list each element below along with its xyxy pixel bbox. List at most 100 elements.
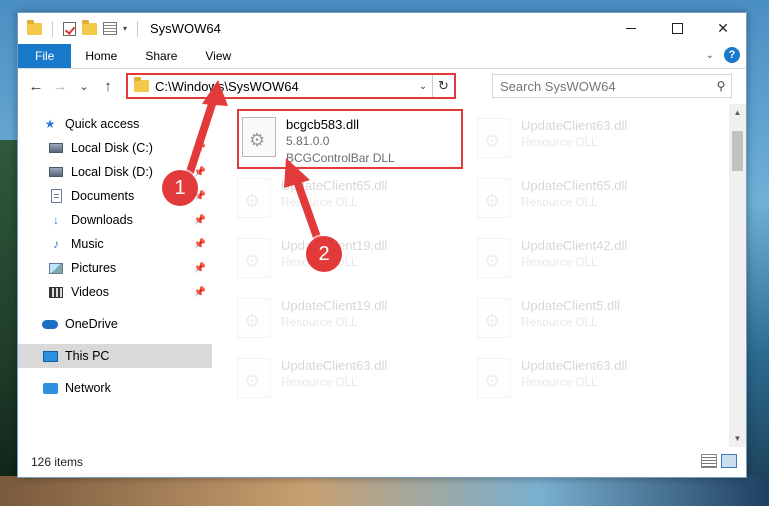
address-dropdown-icon[interactable]: ⌄ <box>414 81 432 92</box>
star-icon: ★ <box>44 117 56 131</box>
sidebar-item-label: OneDrive <box>65 317 118 331</box>
pin-icon[interactable]: 📌 <box>194 215 206 226</box>
sidebar-item-label: Pictures <box>71 261 117 275</box>
refresh-button[interactable]: ↻ <box>432 75 454 97</box>
address-path[interactable]: C:\Windows\SysWOW64 <box>155 79 414 94</box>
file-type: Resource DLL <box>281 315 358 329</box>
up-button[interactable]: ↑ <box>96 78 120 95</box>
computer-icon <box>42 349 58 363</box>
recent-locations-button[interactable]: ⌄ <box>72 80 96 93</box>
large-icons-view-icon[interactable] <box>721 454 737 468</box>
sidebar-item-label: Downloads <box>71 213 133 227</box>
tab-share[interactable]: Share <box>131 44 191 68</box>
properties-check-icon[interactable] <box>63 21 76 36</box>
desktop-background-bottom <box>0 476 769 506</box>
toolbar-divider <box>137 20 139 37</box>
tab-view[interactable]: View <box>191 44 245 68</box>
file-item[interactable]: UpdateClient19.dllResource DLL <box>237 232 457 290</box>
close-button[interactable]: ✕ <box>700 13 746 44</box>
file-name: UpdateClient63.dll <box>281 358 388 373</box>
sidebar-item-local-disk-c[interactable]: Local Disk (C:) 📌 <box>18 136 212 160</box>
search-icon[interactable]: ⚲ <box>711 79 731 93</box>
file-item-bcgcb583[interactable]: bcgcb583.dll 5.81.0.0 BCGControlBar DLL <box>237 109 463 169</box>
videos-icon <box>48 285 64 299</box>
dll-file-icon <box>237 238 271 278</box>
file-item[interactable]: UpdateClient63.dll Resource DLL <box>237 352 457 410</box>
dll-file-icon <box>477 118 511 158</box>
back-button[interactable]: ← <box>24 78 48 95</box>
pin-icon[interactable]: 📌 <box>194 167 206 178</box>
tab-home[interactable]: Home <box>71 44 131 68</box>
file-version: 5.81.0.0 <box>286 134 330 148</box>
file-type: Resource DLL <box>521 315 598 329</box>
sidebar-item-downloads[interactable]: ↓ Downloads 📌 <box>18 208 212 232</box>
sidebar-item-label: Local Disk (C:) <box>71 141 153 155</box>
item-count: 126 items <box>31 455 84 469</box>
scroll-down-icon[interactable]: ▼ <box>729 430 746 447</box>
maximize-button[interactable] <box>654 13 700 44</box>
sidebar-item-music[interactable]: ♪ Music 📌 <box>18 232 212 256</box>
minimize-button[interactable] <box>608 13 654 44</box>
file-item[interactable]: UpdateClient65.dll Resource DLL <box>237 172 457 230</box>
dll-file-icon <box>237 178 271 218</box>
file-name: UpdateClient65.dll <box>281 178 388 193</box>
forward-button[interactable]: → <box>48 78 72 95</box>
customize-toolbar-caret-icon[interactable]: ▾ <box>123 24 127 33</box>
file-name: UpdateClient42.dll <box>521 238 628 253</box>
file-item[interactable]: UpdateClient65.dll Resource DLL <box>477 172 697 230</box>
pin-icon[interactable]: 📌 <box>194 239 206 250</box>
toolbar-divider <box>52 20 53 37</box>
pin-icon[interactable]: 📌 <box>194 263 206 274</box>
documents-icon <box>48 189 64 203</box>
drive-icon <box>48 165 64 179</box>
file-item[interactable]: UpdateClient5.dll Resource DLL <box>477 292 697 350</box>
navigation-bar: ← → ⌄ ↑ C:\Windows\SysWOW64 ⌄ ↻ ⚲ <box>18 69 746 103</box>
file-item[interactable]: UpdateClient63.dll Resource DLL <box>477 112 697 170</box>
search-input[interactable] <box>500 78 711 94</box>
sidebar-item-label: Documents <box>71 189 135 203</box>
dll-file-icon <box>477 358 511 398</box>
file-type: Resource DLL <box>281 195 358 209</box>
status-bar: 126 items <box>18 447 746 477</box>
sidebar-item-onedrive[interactable]: OneDrive <box>18 312 212 336</box>
file-item[interactable]: UpdateClient42.dll Resource DLL <box>477 232 697 290</box>
expand-ribbon-icon[interactable]: ⌄ <box>706 50 714 61</box>
dll-file-icon <box>237 298 271 338</box>
pin-icon[interactable]: 📌 <box>194 287 206 298</box>
help-icon[interactable]: ? <box>724 47 740 63</box>
file-type: Resource DLL <box>521 375 598 389</box>
sidebar-item-pictures[interactable]: Pictures 📌 <box>18 256 212 280</box>
folder-icon <box>27 19 42 35</box>
ribbon-tabs: File Home Share View ⌄ ? <box>18 44 746 69</box>
sidebar-item-this-pc[interactable]: This PC <box>18 344 212 368</box>
sidebar-item-label: Quick access <box>65 117 140 131</box>
file-item[interactable]: UpdateClient63.dll Resource DLL <box>477 352 697 410</box>
sidebar-item-videos[interactable]: Videos 📌 <box>18 280 212 304</box>
pictures-icon <box>48 261 64 275</box>
vertical-scrollbar[interactable]: ▲ ▼ <box>729 104 746 447</box>
sidebar-item-network[interactable]: Network <box>18 376 212 400</box>
properties-icon[interactable] <box>103 22 117 35</box>
details-view-icon[interactable] <box>701 454 717 468</box>
scroll-thumb[interactable] <box>732 131 743 171</box>
scroll-up-icon[interactable]: ▲ <box>729 104 746 121</box>
pin-icon[interactable]: 📌 <box>194 143 206 154</box>
sidebar-item-label: Local Disk (D:) <box>71 165 153 179</box>
sidebar-item-label: Videos <box>71 285 109 299</box>
file-item[interactable]: UpdateClient19.dllResource DLL <box>237 292 457 350</box>
file-name: bcgcb583.dll <box>286 117 359 132</box>
window-title: SysWOW64 <box>150 21 221 36</box>
address-bar[interactable]: C:\Windows\SysWOW64 ⌄ ↻ <box>126 73 456 99</box>
dll-file-icon <box>237 358 271 398</box>
file-name: UpdateClient63.dll <box>521 118 628 133</box>
file-type: Resource DLL <box>521 135 598 149</box>
sidebar-item-label: This PC <box>65 349 110 363</box>
file-explorer-window: ▾ SysWOW64 ✕ File Home Share View ⌄ ? ← … <box>17 12 747 478</box>
search-box[interactable]: ⚲ <box>492 74 732 98</box>
file-list: bcgcb583.dll 5.81.0.0 BCGControlBar DLL … <box>212 104 746 447</box>
new-folder-icon[interactable] <box>82 19 97 35</box>
sidebar-item-quick-access[interactable]: ★ Quick access <box>18 112 212 136</box>
file-name: UpdateClient63.dll <box>521 358 628 373</box>
dll-file-icon <box>477 178 511 218</box>
tab-file[interactable]: File <box>18 44 72 68</box>
